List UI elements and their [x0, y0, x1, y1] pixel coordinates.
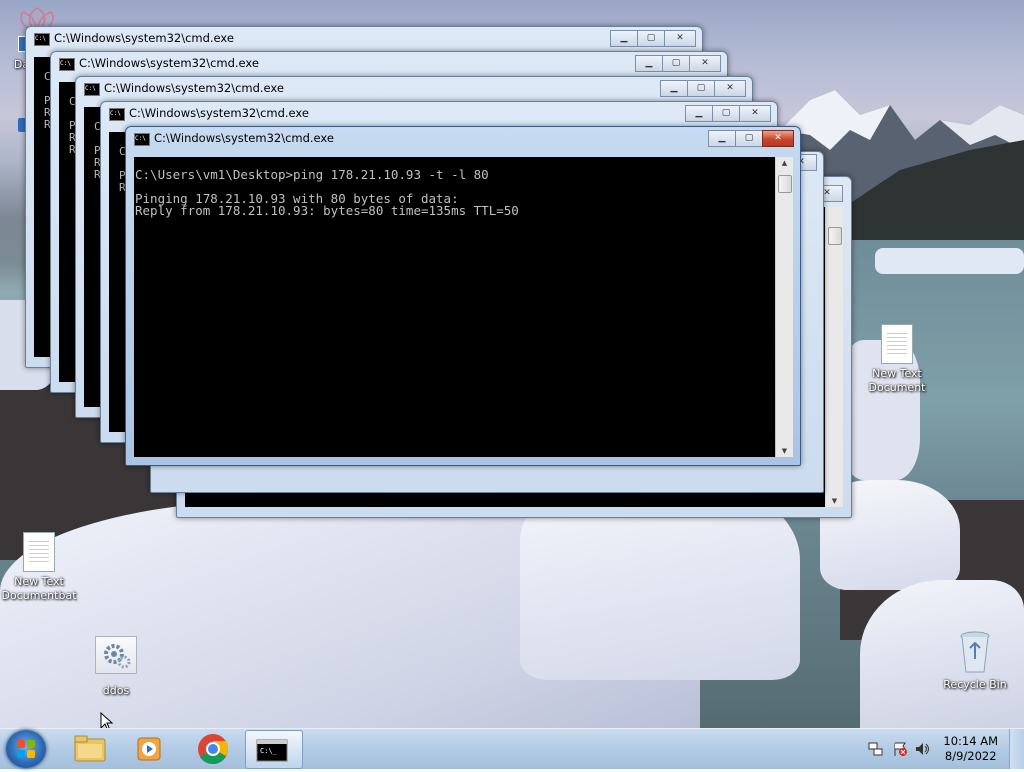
minimize-button[interactable]: ▁ — [635, 55, 663, 72]
window-controls: ▁ ▢ ✕ — [660, 80, 746, 97]
scroll-down-arrow[interactable]: ▼ — [776, 447, 793, 455]
title-bar[interactable]: C:\ C:\Windows\system32\cmd.exe ▁ ▢ ✕ — [126, 127, 800, 149]
maximize-button[interactable]: ▢ — [712, 105, 740, 122]
title-bar[interactable]: C:\ C:\Windows\system32\cmd.exe ▁ ▢ ✕ — [101, 102, 777, 124]
text-document-icon — [881, 324, 913, 364]
action-center-flag-icon[interactable] — [892, 741, 908, 757]
desktop-icon-label: New Text Documentbat — [1, 575, 77, 602]
close-button[interactable]: ✕ — [664, 30, 696, 47]
wallpaper-ice-floe — [875, 248, 1024, 274]
window-controls: ▁ ▢ ✕ — [708, 130, 794, 147]
maximize-button[interactable]: ▢ — [687, 80, 715, 97]
taskbar-command-prompt[interactable]: C:\_ — [245, 730, 303, 769]
cmd-icon: C:\ — [84, 83, 100, 96]
system-tray: 10:14 AM 8/9/2022 — [854, 729, 1024, 769]
title-bar[interactable]: C:\ C:\Windows\system32\cmd.exe ▁ ▢ ✕ — [76, 77, 752, 99]
cmd-icon: C:\ — [134, 133, 150, 146]
minimize-button[interactable]: ▁ — [708, 130, 736, 147]
scrollbar-thumb[interactable] — [828, 227, 842, 245]
recycle-bin-icon — [960, 630, 990, 674]
console-area[interactable]: C:\Users\vm1\Desktop>ping 178.21.10.93 -… — [134, 157, 775, 457]
scrollbar-thumb[interactable] — [778, 175, 792, 193]
cmd-icon: C:\_ — [256, 739, 288, 762]
cmd-icon: C:\ — [34, 33, 50, 46]
title-bar[interactable]: C:\ C:\Windows\system32\cmd.exe ▁ ▢ ✕ — [51, 52, 727, 74]
console-output-line: Reply from 178.21.10.93: bytes=80 time=1… — [135, 203, 519, 218]
minimize-button[interactable]: ▁ — [610, 30, 638, 47]
folder-icon — [74, 735, 106, 762]
cmd-icon: C:\ — [59, 58, 75, 71]
vertical-scrollbar[interactable]: ▲ ▼ — [776, 157, 793, 457]
maximize-button[interactable]: ▢ — [637, 30, 665, 47]
scroll-up-arrow[interactable]: ▲ — [776, 159, 793, 167]
taskbar-file-explorer[interactable] — [62, 730, 118, 767]
taskbar-media-player[interactable] — [122, 730, 178, 767]
desktop-icon-label: New Text Document — [868, 367, 926, 394]
volume-icon[interactable] — [914, 741, 930, 757]
show-desktop-button[interactable] — [1009, 729, 1024, 769]
maximize-button[interactable]: ▢ — [662, 55, 690, 72]
taskbar: C:\_ 10:14 AM 8/9/2022 — [0, 728, 1024, 769]
window-title: C:\Windows\system32\cmd.exe — [54, 31, 234, 45]
settings-file-icon — [95, 636, 137, 674]
taskbar-chrome[interactable] — [185, 730, 241, 767]
window-title: C:\Windows\system32\cmd.exe — [129, 106, 309, 120]
cmd-window-active[interactable]: C:\ C:\Windows\system32\cmd.exe ▁ ▢ ✕ C:… — [125, 126, 801, 466]
console-command-line: C:\Users\vm1\Desktop>ping 178.21.10.93 -… — [135, 167, 489, 182]
chrome-icon — [198, 734, 229, 765]
windows-logo-icon — [17, 740, 35, 758]
window-title: C:\Windows\system32\cmd.exe — [104, 81, 284, 95]
clock-date: 8/9/2022 — [944, 749, 997, 763]
vertical-scrollbar[interactable]: ▼ — [826, 207, 843, 507]
close-button[interactable]: ✕ — [689, 55, 721, 72]
close-button[interactable]: ✕ — [762, 130, 794, 147]
title-bar[interactable]: C:\ C:\Windows\system32\cmd.exe ▁ ▢ ✕ — [26, 27, 702, 49]
clock[interactable]: 10:14 AM 8/9/2022 — [943, 734, 998, 764]
network-icon[interactable] — [868, 741, 884, 757]
window-controls: ▁ ▢ ✕ — [635, 55, 721, 72]
close-button[interactable]: ✕ — [739, 105, 771, 122]
desktop-icon-recycle-bin[interactable]: Recycle Bin — [933, 630, 1017, 692]
start-button[interactable] — [6, 730, 46, 768]
close-button[interactable]: ✕ — [714, 80, 746, 97]
minimize-button[interactable]: ▁ — [660, 80, 688, 97]
window-title: C:\Windows\system32\cmd.exe — [154, 131, 334, 145]
desktop-icon-new-text-documentbat[interactable]: New Text Documentbat — [0, 532, 81, 603]
desktop-icon-new-text-document[interactable]: New Text Document — [855, 324, 939, 395]
scroll-down-arrow[interactable]: ▼ — [826, 497, 843, 505]
desktop-icon-label: Recycle Bin — [943, 678, 1007, 691]
clock-time: 10:14 AM — [943, 734, 998, 748]
window-controls: ▁ ▢ ✕ — [685, 105, 771, 122]
minimize-button[interactable]: ▁ — [685, 105, 713, 122]
cmd-icon: C:\ — [109, 108, 125, 121]
desktop-icon-ddos[interactable]: ddos — [74, 636, 158, 698]
text-document-icon — [23, 532, 55, 572]
desktop-icon-label: ddos — [102, 684, 130, 697]
svg-text:C:\_: C:\_ — [260, 747, 278, 755]
maximize-button[interactable]: ▢ — [735, 130, 763, 147]
window-title: C:\Windows\system32\cmd.exe — [79, 56, 259, 70]
window-controls: ▁ ▢ ✕ — [610, 30, 696, 47]
media-player-icon — [137, 737, 161, 761]
